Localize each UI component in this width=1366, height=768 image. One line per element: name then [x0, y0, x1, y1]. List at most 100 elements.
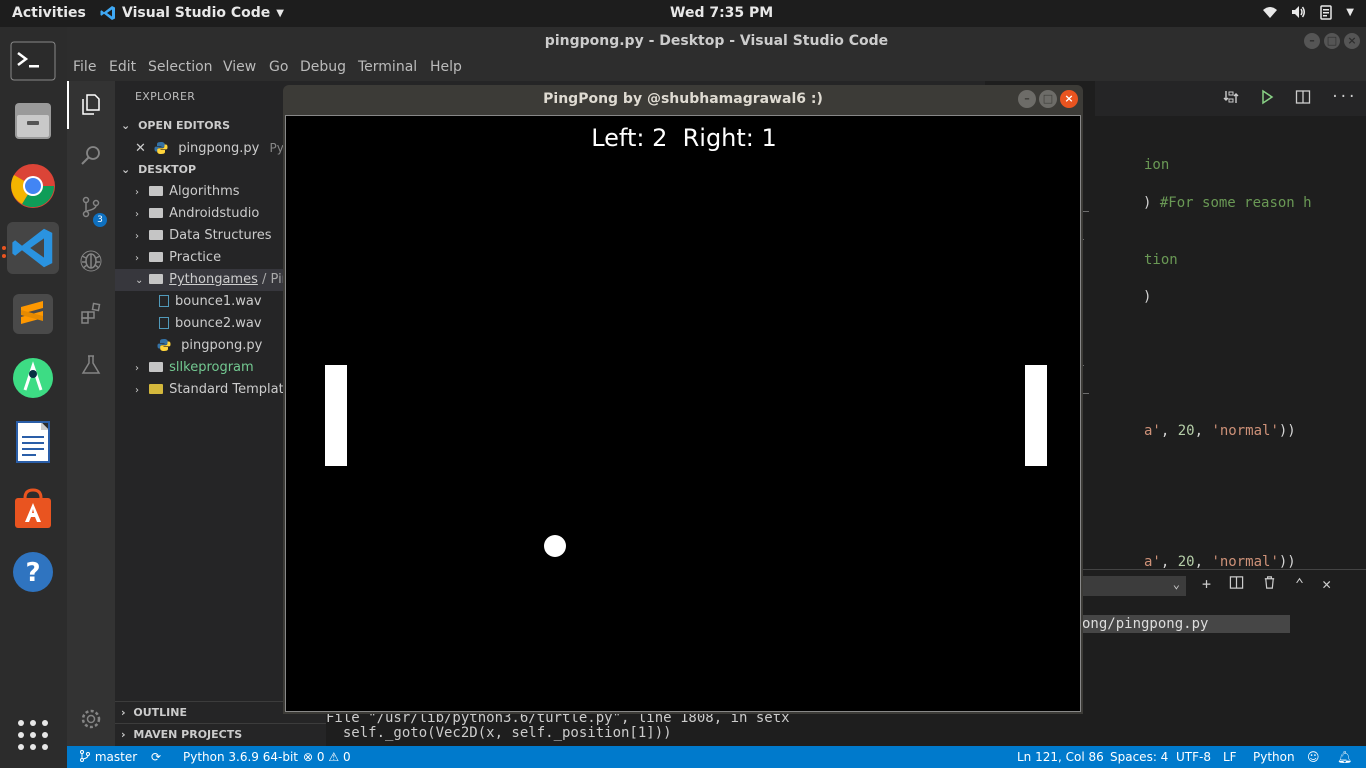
pingpong-title: PingPong by @shubhamagrawal6 :) [543, 91, 823, 107]
maximize-button[interactable]: □ [1039, 90, 1057, 108]
language-mode[interactable]: Python [1253, 746, 1295, 768]
more-actions-icon[interactable]: ··· [1331, 89, 1356, 105]
run-icon[interactable] [1259, 89, 1275, 105]
close-icon[interactable]: ✕ [135, 141, 146, 156]
minimize-button[interactable]: – [1304, 33, 1320, 49]
show-applications-button[interactable] [7, 709, 59, 761]
vscode-launcher[interactable] [7, 222, 59, 274]
branch-indicator[interactable]: master [79, 746, 137, 768]
chrome-icon [11, 164, 55, 208]
android-studio-launcher[interactable] [7, 352, 59, 404]
encoding[interactable]: UTF-8 [1176, 746, 1211, 768]
compare-changes-icon[interactable] [1223, 89, 1239, 105]
source-control-badge: 3 [93, 213, 107, 227]
code-fragment: ion [1144, 157, 1170, 173]
maximize-panel-icon[interactable]: ⌃ [1295, 575, 1304, 593]
wifi-icon[interactable] [1262, 4, 1278, 20]
notifications-bell-icon[interactable]: 🔔︎ [1337, 746, 1352, 768]
panel-actions: + ⌃ ✕ [1202, 575, 1331, 593]
chevron-right-icon: › [121, 706, 126, 719]
chrome-launcher[interactable] [7, 160, 59, 212]
terminal-output: File "/usr/lib/python3.6/turtle.py", lin… [326, 711, 790, 741]
menu-selection[interactable]: Selection [148, 59, 213, 75]
indentation[interactable]: Spaces: 4 [1110, 746, 1168, 768]
close-button[interactable]: × [1344, 33, 1360, 49]
folder-icon [149, 229, 164, 240]
folder-icon [149, 383, 164, 394]
app-menu[interactable]: Visual Studio Code ▼ [100, 5, 284, 21]
grid-icon [18, 720, 48, 750]
clock[interactable]: Wed 7:35 PM [670, 5, 773, 21]
terminal-launcher[interactable] [7, 35, 59, 87]
file-label: bounce2.wav [175, 316, 262, 331]
close-panel-icon[interactable]: ✕ [1322, 575, 1331, 593]
game-canvas[interactable]: Left: 2 Right: 1 [285, 115, 1081, 712]
folder-label: sllkeprogram [169, 360, 254, 375]
add-terminal-icon[interactable]: + [1202, 575, 1211, 593]
search-icon[interactable] [77, 141, 105, 169]
menu-view[interactable]: View [223, 59, 256, 75]
debug-icon[interactable] [77, 246, 105, 274]
activities-button[interactable]: Activities [12, 5, 86, 21]
menu-debug[interactable]: Debug [300, 59, 346, 75]
ball [544, 535, 566, 557]
error-count: 0 [316, 750, 325, 764]
menu-terminal[interactable]: Terminal [358, 59, 417, 75]
chevron-down-icon: ⌄ [1172, 577, 1180, 591]
problems-indicator[interactable]: ⊗ 0 ⚠ 0 [303, 746, 351, 768]
writer-launcher[interactable] [7, 416, 59, 468]
menu-help[interactable]: Help [430, 59, 462, 75]
pingpong-titlebar[interactable]: PingPong by @shubhamagrawal6 :) – □ × [283, 85, 1083, 113]
minimize-button[interactable]: – [1018, 90, 1036, 108]
vscode-icon [12, 228, 53, 268]
code-fragment: tion [1144, 252, 1178, 268]
feedback-smiley-icon[interactable]: ☺ [1307, 746, 1320, 768]
chevron-down-icon: ⌄ [121, 163, 131, 176]
python-file-icon [157, 338, 171, 351]
menu-go[interactable]: Go [269, 59, 288, 75]
chevron-right-icon: › [121, 728, 126, 741]
chevron-right-icon: › [135, 363, 139, 374]
menu-edit[interactable]: Edit [109, 59, 136, 75]
settings-gear-icon[interactable] [77, 705, 105, 733]
software-center-icon [15, 488, 51, 528]
cursor-position[interactable]: Ln 121, Col 86 [1017, 746, 1104, 768]
sublime-launcher[interactable] [7, 288, 59, 340]
explorer-icon[interactable] [77, 91, 105, 119]
test-flask-icon[interactable] [77, 351, 105, 379]
vscode-app-icon [100, 6, 115, 20]
help-icon: ? [13, 552, 53, 592]
volume-icon[interactable] [1290, 4, 1306, 20]
close-button[interactable]: × [1060, 90, 1078, 108]
error-icon: ⊗ [303, 750, 314, 764]
vscode-titlebar[interactable]: pingpong.py - Desktop - Visual Studio Co… [67, 27, 1366, 55]
software-center-launcher[interactable] [7, 482, 59, 534]
chevron-down-icon[interactable]: ▼ [1346, 7, 1354, 18]
split-editor-icon[interactable] [1295, 89, 1311, 105]
folder-label: Data Structures [169, 228, 272, 243]
maven-section[interactable]: › MAVEN PROJECTS [115, 723, 326, 745]
sync-icon[interactable]: ⟳ [151, 746, 161, 768]
clipboard-icon[interactable] [1318, 4, 1334, 20]
split-terminal-icon[interactable] [1229, 575, 1244, 590]
folder-icon [149, 251, 164, 262]
system-tray[interactable]: ▼ [1262, 4, 1354, 20]
code-fragment: ) #For some reason h [1143, 195, 1312, 211]
menu-file[interactable]: File [73, 59, 96, 75]
help-launcher[interactable]: ? [7, 546, 59, 598]
terminal-line: self._goto(Vec2D(x, self._position[1])) [326, 725, 672, 741]
app-menu-label: Visual Studio Code [122, 5, 271, 21]
code-fragment: ) [1143, 289, 1152, 305]
file-label: pingpong.py [181, 338, 263, 353]
extensions-icon[interactable] [77, 299, 105, 327]
files-launcher[interactable] [7, 95, 59, 147]
trash-icon[interactable] [1262, 575, 1277, 590]
folder-label: Standard Template [169, 382, 292, 397]
explorer-header: EXPLORER [135, 90, 196, 103]
end-of-line[interactable]: LF [1223, 746, 1237, 768]
status-bar: master ⟳ Python 3.6.9 64-bit ⊗ 0 ⚠ 0 Ln … [67, 746, 1366, 768]
terminal-selector[interactable]: ⌄ [1082, 576, 1186, 596]
python-interpreter[interactable]: Python 3.6.9 64-bit [183, 746, 298, 768]
maximize-button[interactable]: □ [1324, 33, 1340, 49]
window-controls: – □ × [1304, 33, 1360, 49]
